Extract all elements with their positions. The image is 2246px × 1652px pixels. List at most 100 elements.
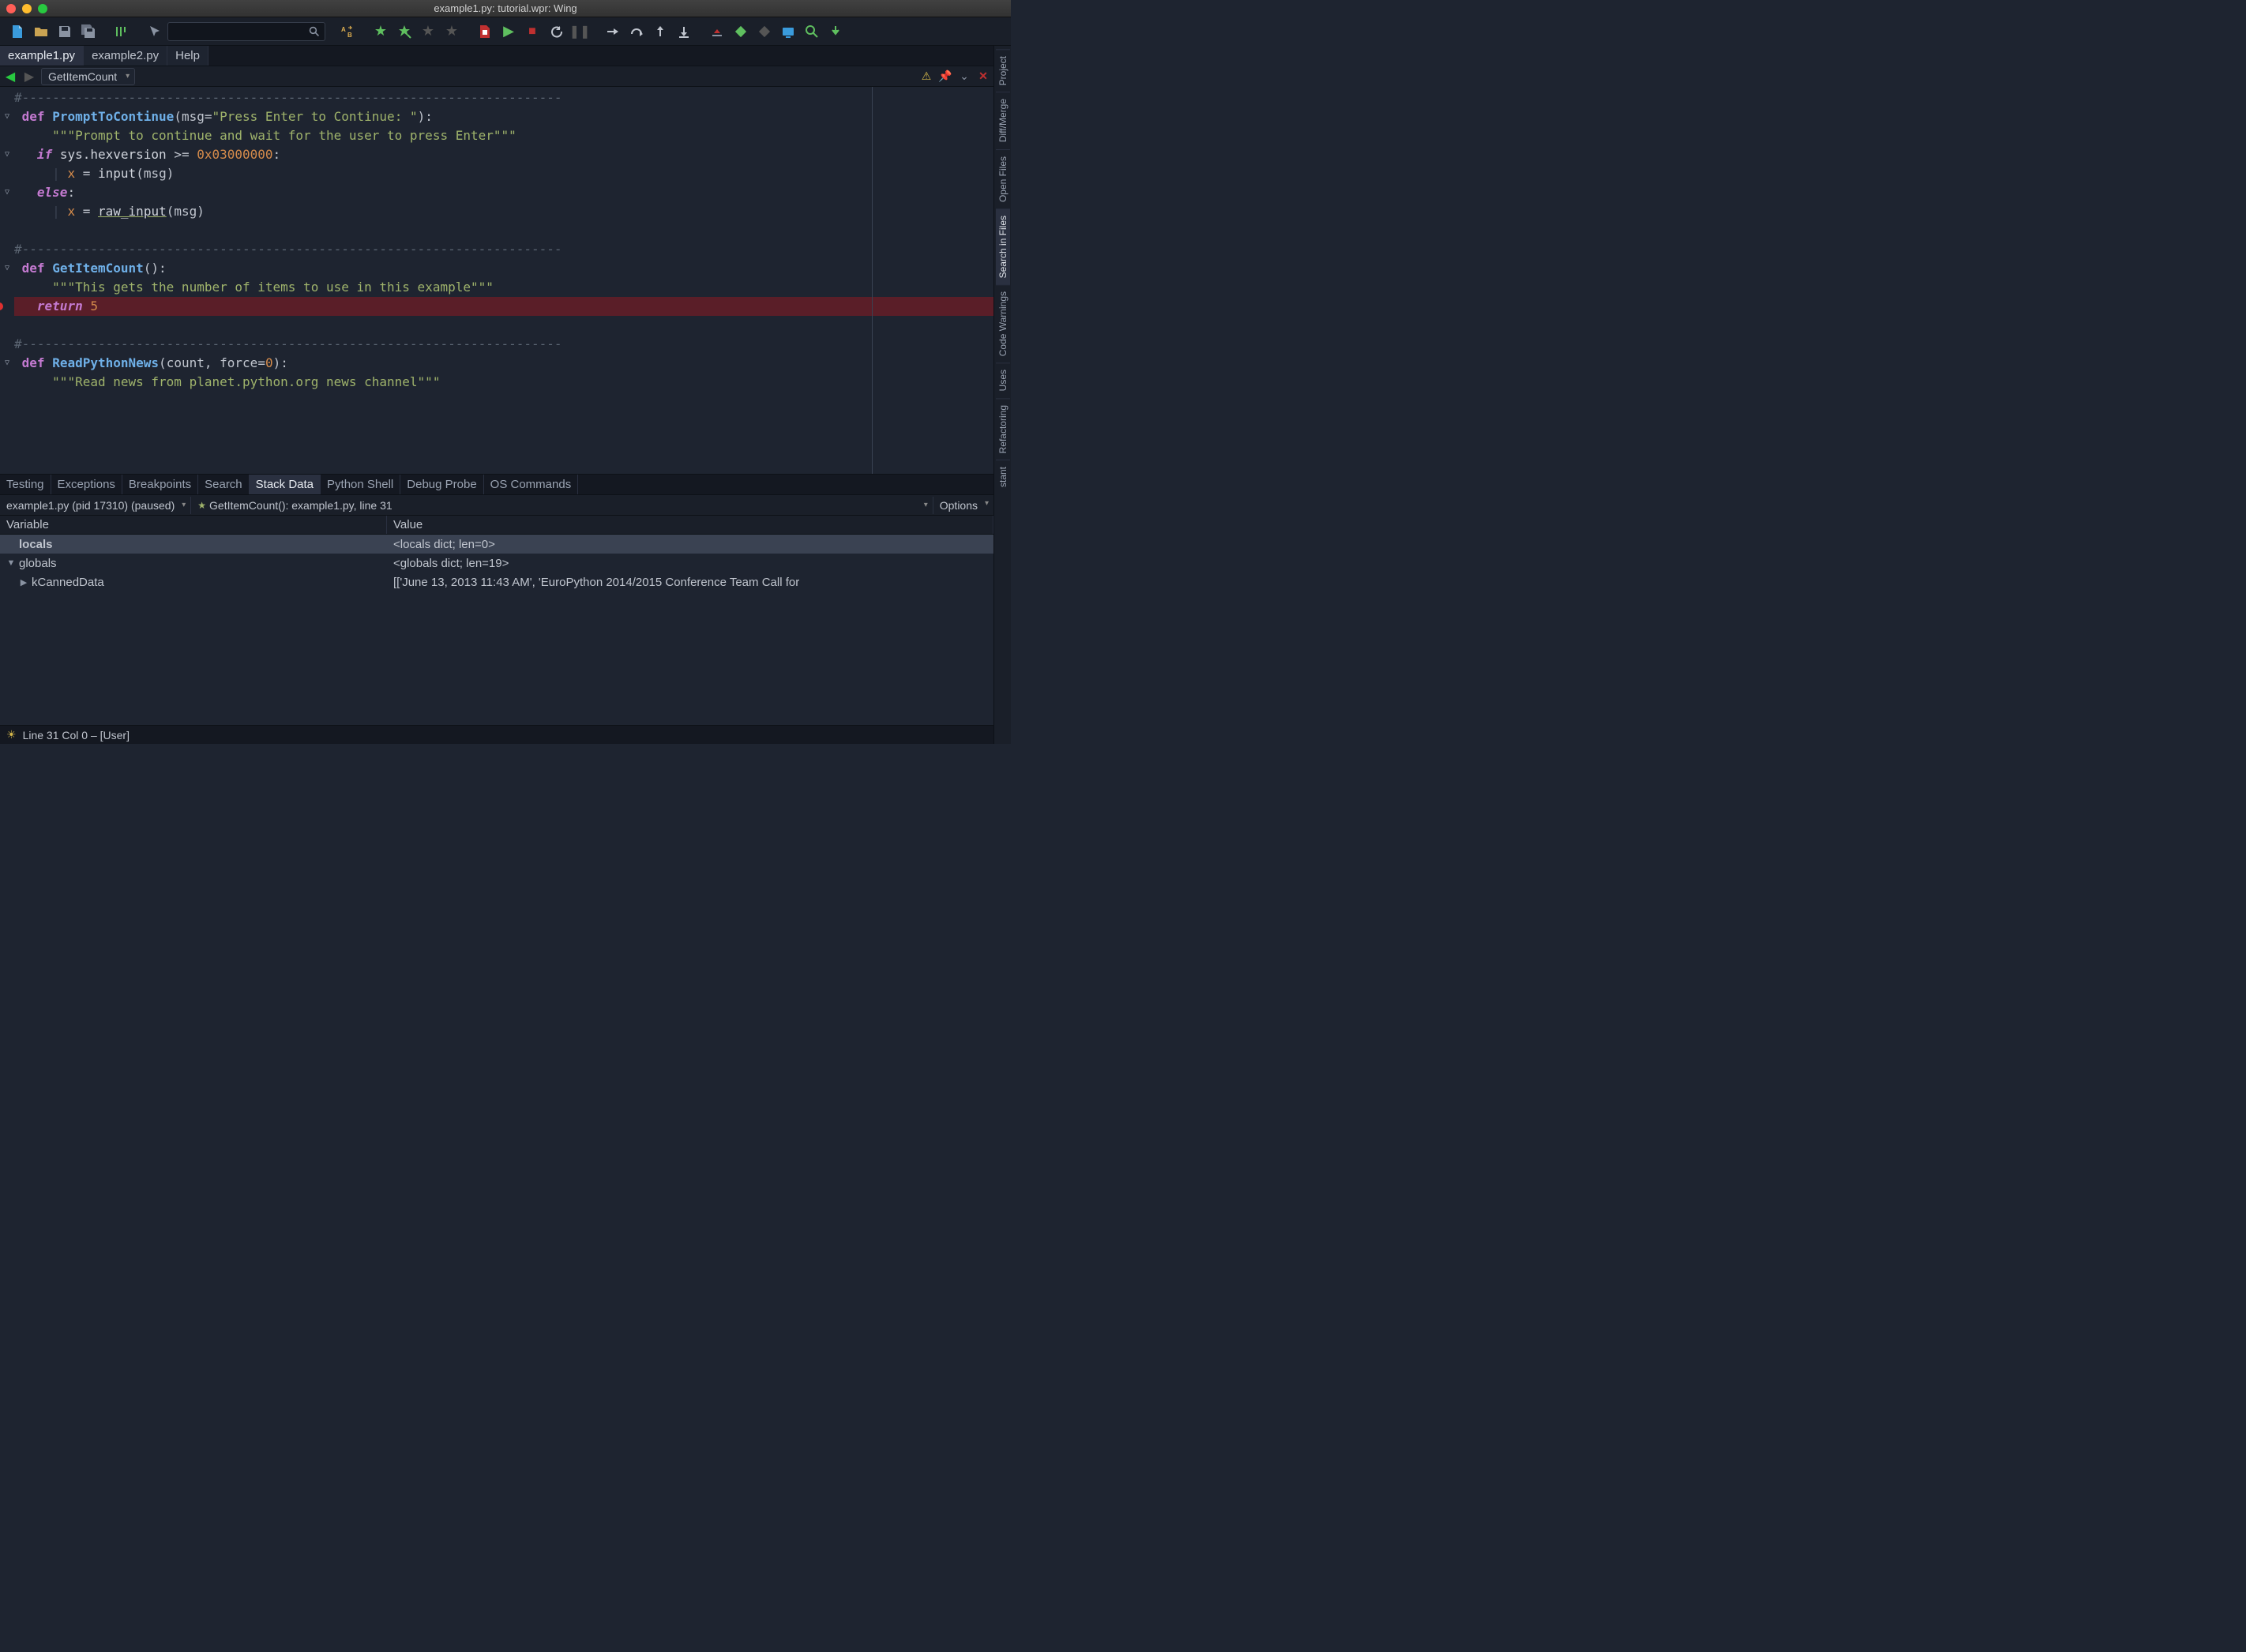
tab-debug-probe[interactable]: Debug Probe: [400, 475, 483, 494]
tab-testing[interactable]: Testing: [0, 475, 51, 494]
main-area: example1.py example2.py Help ◀ ▶ GetItem…: [0, 46, 1011, 744]
step-over-button[interactable]: [625, 21, 648, 43]
right-tool-strip: Project Diff/Merge Open Files Search in …: [993, 46, 1011, 744]
column-variable[interactable]: Variable: [0, 516, 387, 534]
table-row[interactable]: ▶ kCannedData [['June 13, 2013 11:43 AM',…: [0, 573, 993, 591]
editor-tab-label: example1.py: [8, 49, 75, 62]
bookmark-next-button[interactable]: [393, 21, 415, 43]
replace-button[interactable]: AB: [336, 21, 359, 43]
table-row[interactable]: ▼globals <globals dict; len=19>: [0, 554, 993, 573]
vtab-open-files[interactable]: Open Files: [996, 149, 1010, 208]
run-to-cursor-button[interactable]: [673, 21, 695, 43]
svg-text:B: B: [347, 32, 352, 39]
close-window-button[interactable]: [6, 4, 16, 13]
close-editor-icon[interactable]: ✕: [976, 69, 990, 84]
table-row[interactable]: locals <locals dict; len=0>: [0, 535, 993, 554]
bookmark-add-button[interactable]: ★: [370, 21, 392, 43]
vtab-refactoring[interactable]: Refactoring: [996, 398, 1010, 460]
code-content[interactable]: #---------------------------------------…: [14, 87, 993, 474]
chevron-down-icon[interactable]: ⌄: [957, 69, 971, 84]
var-name: kCannedData: [32, 576, 104, 589]
process-label: example1.py (pid 17310) (paused): [6, 499, 175, 512]
nav-back-button[interactable]: ◀: [3, 69, 17, 84]
window-controls: [6, 4, 47, 13]
editor-tab-example2[interactable]: example2.py: [84, 46, 167, 66]
symbol-dropdown-label: GetItemCount: [48, 70, 117, 83]
vtab-code-warnings[interactable]: Code Warnings: [996, 284, 1010, 362]
center-column: example1.py example2.py Help ◀ ▶ GetItem…: [0, 46, 993, 744]
editor-tab-label: example2.py: [92, 49, 159, 62]
tab-breakpoints[interactable]: Breakpoints: [122, 475, 198, 494]
fold-icon[interactable]: ▽: [5, 145, 9, 164]
tab-exceptions[interactable]: Exceptions: [51, 475, 122, 494]
svg-text:A: A: [341, 26, 346, 33]
disclosure-icon[interactable]: ▶: [19, 577, 28, 588]
frame-label: GetItemCount(): example1.py, line 31: [209, 499, 392, 512]
var-value: <locals dict; len=0>: [387, 538, 993, 551]
save-button[interactable]: [54, 21, 76, 43]
debug-restart-button[interactable]: [545, 21, 567, 43]
hint-icon[interactable]: ☀: [6, 728, 17, 742]
panel-options-dropdown[interactable]: Options: [933, 499, 993, 512]
toolbar-search-input[interactable]: [173, 26, 309, 37]
fold-icon[interactable]: ▽: [5, 259, 9, 278]
bookmark-dim1-button[interactable]: ★: [417, 21, 439, 43]
var-name: locals: [19, 538, 53, 551]
toolbar-search[interactable]: [167, 22, 325, 41]
indentation-button[interactable]: [111, 21, 133, 43]
vtab-uses[interactable]: Uses: [996, 362, 1010, 397]
open-file-button[interactable]: [30, 21, 52, 43]
warning-icon[interactable]: ⚠: [919, 69, 933, 84]
options-label: Options: [940, 499, 978, 512]
debug-stop-button[interactable]: ■: [521, 21, 543, 43]
download-button[interactable]: [824, 21, 847, 43]
search-icon: [309, 26, 320, 37]
frame-up-button[interactable]: [706, 21, 728, 43]
disclosure-icon[interactable]: ▼: [6, 558, 16, 568]
fold-icon[interactable]: ▽: [5, 354, 9, 373]
nav-forward-button[interactable]: ▶: [22, 69, 36, 84]
fold-icon[interactable]: ▽: [5, 183, 9, 202]
frame-dropdown[interactable]: GetItemCount(): example1.py, line 31: [191, 497, 933, 514]
save-all-button[interactable]: [77, 21, 100, 43]
column-value[interactable]: Value: [387, 516, 993, 534]
stop-debug-file-button[interactable]: [474, 21, 496, 43]
vtab-search-in-files[interactable]: Search in Files: [996, 208, 1010, 284]
find-button[interactable]: [801, 21, 823, 43]
process-dropdown[interactable]: example1.py (pid 17310) (paused): [0, 497, 191, 514]
breakpoint-toggle-button[interactable]: [730, 21, 752, 43]
editor-tab-help[interactable]: Help: [167, 46, 208, 66]
print-margin: [872, 87, 873, 474]
vtab-diff-merge[interactable]: Diff/Merge: [996, 92, 1010, 148]
status-text: Line 31 Col 0 – [User]: [23, 729, 130, 742]
step-into-button[interactable]: [602, 21, 624, 43]
tab-python-shell[interactable]: Python Shell: [321, 475, 400, 494]
editor-tab-example1[interactable]: example1.py: [0, 46, 84, 66]
tab-os-commands[interactable]: OS Commands: [484, 475, 579, 494]
editor-tabs: example1.py example2.py Help: [0, 46, 993, 66]
minimize-window-button[interactable]: [22, 4, 32, 13]
breakpoint-disable-button[interactable]: [753, 21, 776, 43]
new-file-button[interactable]: [6, 21, 28, 43]
show-console-button[interactable]: [777, 21, 799, 43]
editor-gutter[interactable]: ▽ ▽ ▽ ▽ ▽: [0, 87, 14, 474]
vtab-project[interactable]: Project: [996, 49, 1010, 92]
vtab-truncated[interactable]: stant: [996, 460, 1010, 494]
bookmark-dim2-button[interactable]: ★: [441, 21, 463, 43]
stack-data-panel: example1.py (pid 17310) (paused) GetItem…: [0, 494, 993, 725]
code-editor[interactable]: ▽ ▽ ▽ ▽ ▽ #---------------------------: [0, 87, 993, 474]
step-out-button[interactable]: [649, 21, 671, 43]
fold-icon[interactable]: ▽: [5, 107, 9, 126]
cursor-select-button[interactable]: [144, 21, 166, 43]
zoom-window-button[interactable]: [38, 4, 47, 13]
pin-icon[interactable]: 📌: [938, 69, 952, 84]
window-titlebar: example1.py: tutorial.wpr: Wing: [0, 0, 1011, 17]
tab-stack-data[interactable]: Stack Data: [250, 475, 321, 494]
symbol-dropdown[interactable]: GetItemCount: [41, 68, 135, 85]
debug-run-button[interactable]: ▶: [498, 21, 520, 43]
debug-pause-button[interactable]: ❚❚: [569, 21, 591, 43]
stack-rows[interactable]: locals <locals dict; len=0> ▼globals <gl…: [0, 535, 993, 725]
breakpoint-marker[interactable]: [0, 297, 14, 316]
var-value: [['June 13, 2013 11:43 AM', 'EuroPython …: [387, 576, 993, 589]
tab-search[interactable]: Search: [198, 475, 250, 494]
